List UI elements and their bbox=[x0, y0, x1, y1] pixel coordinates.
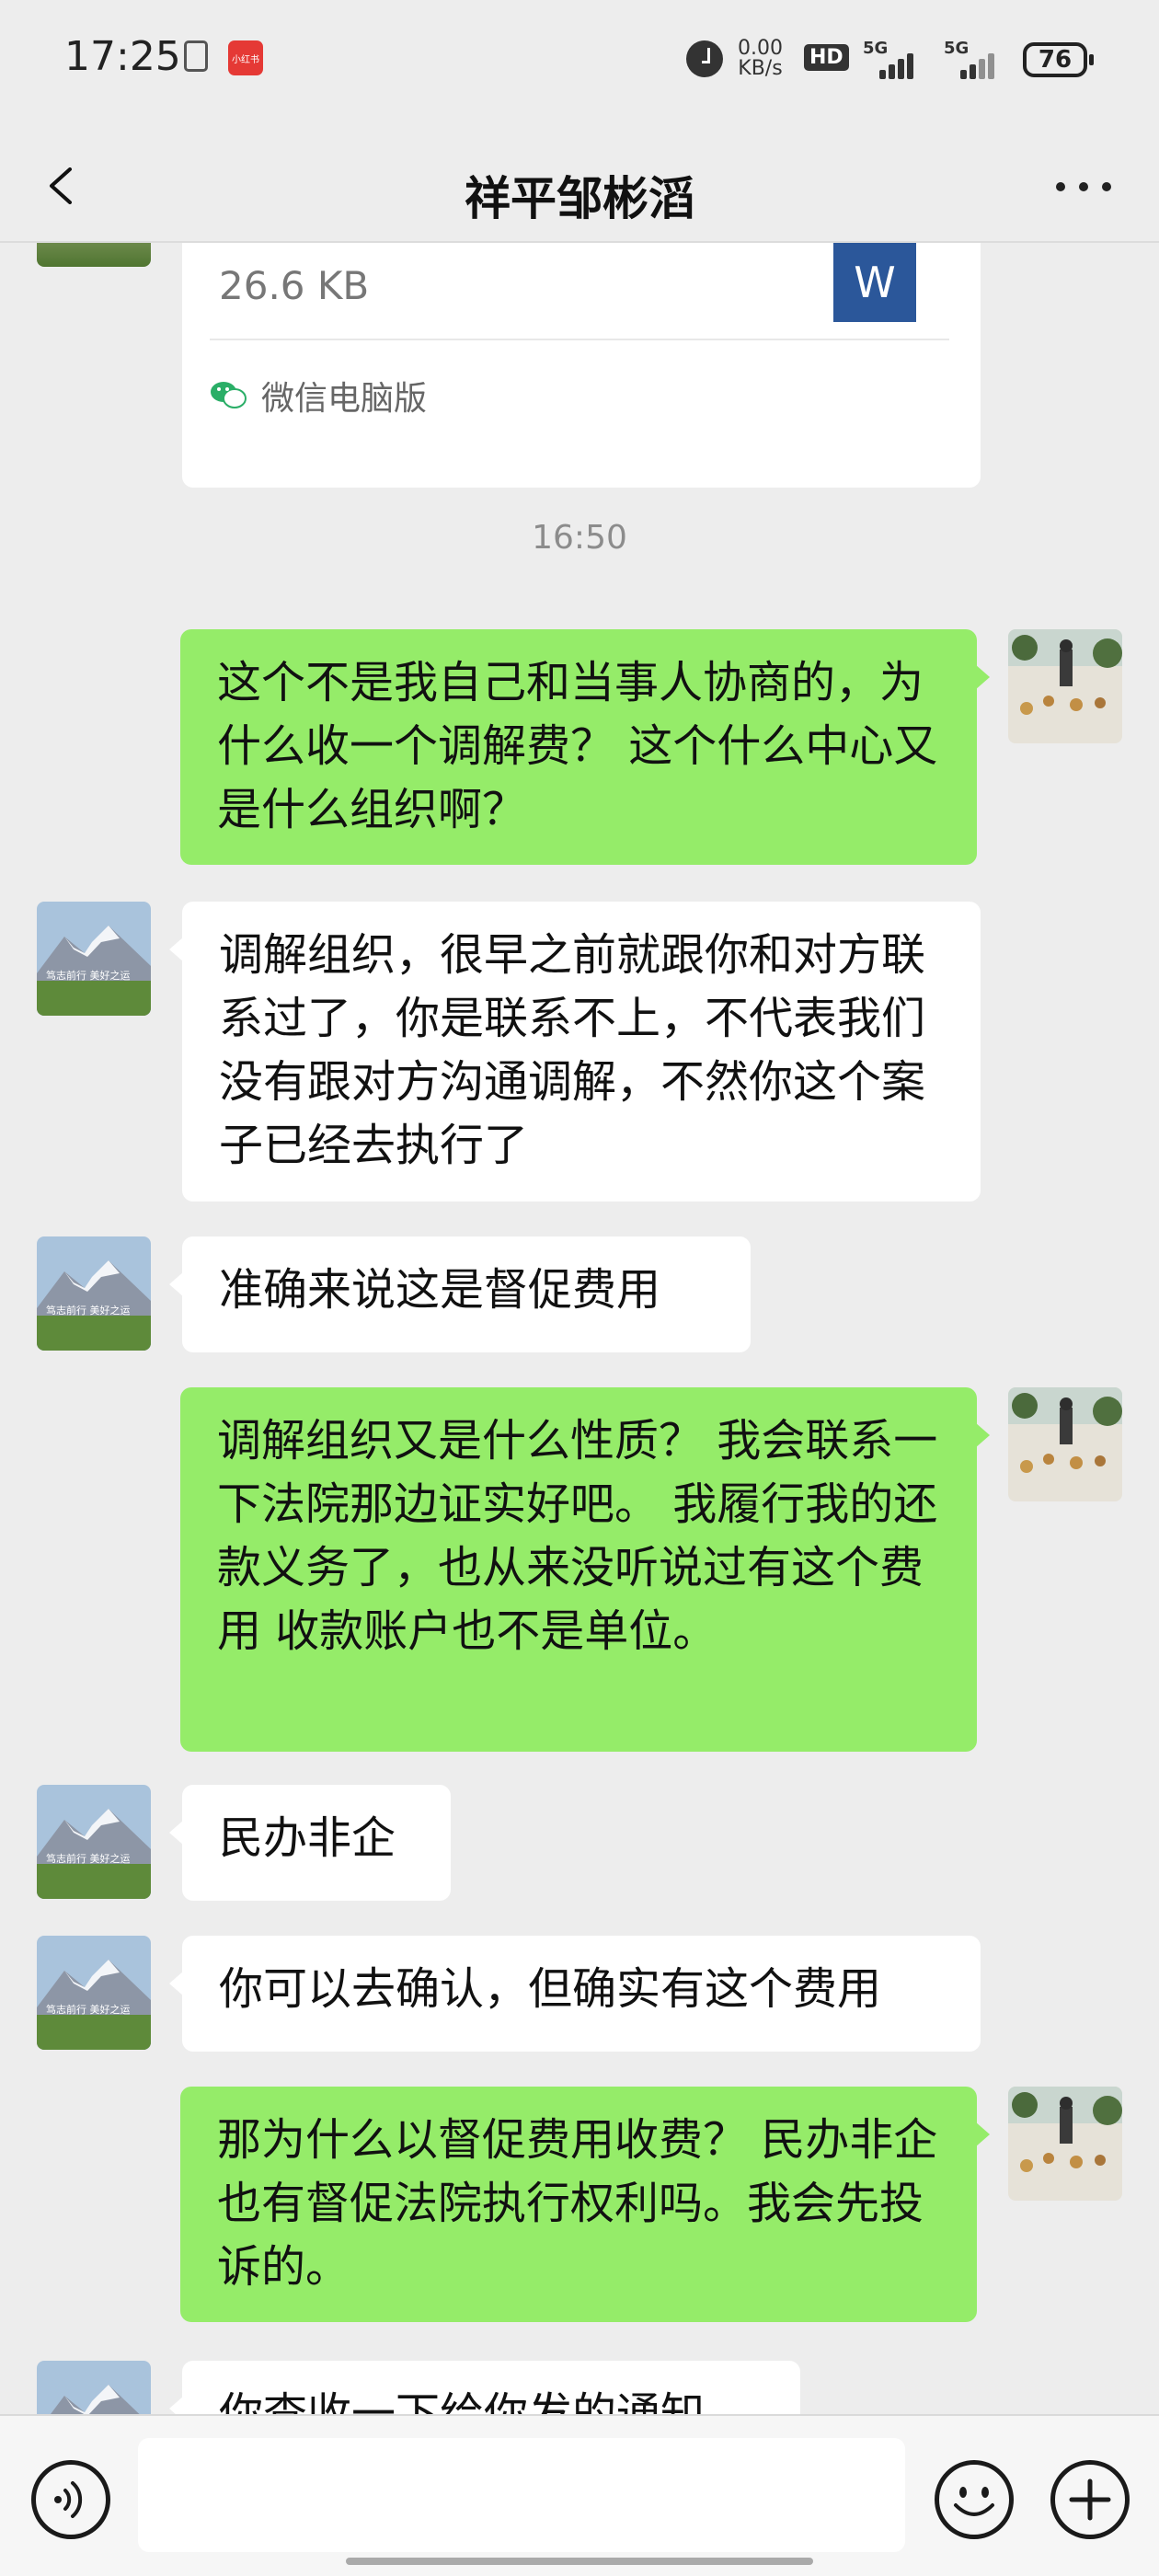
contact-avatar[interactable] bbox=[37, 243, 151, 267]
incoming-message[interactable]: 民办非企 bbox=[169, 1785, 451, 1901]
contact-avatar[interactable]: 笃志前行 美好之运 bbox=[37, 1236, 151, 1351]
document-icon bbox=[184, 40, 208, 72]
message-timestamp: 16:50 bbox=[532, 519, 627, 557]
contact-avatar[interactable] bbox=[37, 2361, 151, 2414]
my-avatar[interactable] bbox=[1008, 1387, 1122, 1501]
contact-avatar[interactable]: 笃志前行 美好之运 bbox=[37, 1936, 151, 2050]
home-indicator[interactable] bbox=[346, 2558, 813, 2565]
network-speed-value: 0.00 bbox=[738, 37, 783, 60]
incoming-message[interactable]: 你查收一下给你发的通知 bbox=[169, 2361, 800, 2414]
plus-icon bbox=[1069, 2478, 1111, 2521]
contact-avatar[interactable]: 笃志前行 美好之运 bbox=[37, 902, 151, 1016]
chat-title: 祥平邹彬滔 bbox=[465, 172, 694, 225]
more-functions-button[interactable] bbox=[1050, 2460, 1130, 2539]
status-bar: 17:25 小红书 0.00 KB/s HD 5G 5G 76 bbox=[0, 0, 1159, 129]
outgoing-message[interactable]: 调解组织又是什么性质？ 我会联系一下法院那边证实好吧。 我履行我的还款义务了，也… bbox=[180, 1387, 990, 1752]
contact-avatar[interactable]: 笃志前行 美好之运 bbox=[37, 1785, 151, 1899]
xiaohongshu-app-icon: 小红书 bbox=[228, 40, 263, 75]
battery-indicator: 76 bbox=[1023, 42, 1094, 77]
avatar-caption: 笃志前行 美好之运 bbox=[46, 969, 131, 982]
word-file-icon: W bbox=[833, 243, 916, 322]
file-size: 26.6 KB bbox=[219, 263, 370, 308]
voice-input-button[interactable] bbox=[31, 2460, 110, 2539]
emoji-button[interactable] bbox=[935, 2460, 1014, 2539]
message-list[interactable]: 26.6 KB W 微信电脑版 16:50 这个不是我自己和当事人协商的，为什么… bbox=[0, 243, 1159, 2414]
voice-wave-icon bbox=[54, 2481, 83, 2518]
card-divider bbox=[210, 339, 949, 340]
incoming-message[interactable]: 你可以去确认，但确实有这个费用 bbox=[169, 1936, 981, 2052]
file-source-label: 微信电脑版 bbox=[261, 380, 428, 418]
incoming-message[interactable]: 调解组织，很早之前就跟你和对方联系过了，你是联系不上，不代表我们没有跟对方沟通调… bbox=[169, 902, 981, 1202]
outgoing-message[interactable]: 那为什么以督促费用收费？ 民办非企 也有督促法院执行权利吗。我会先投诉的。 bbox=[180, 2087, 990, 2322]
outgoing-message[interactable]: 这个不是我自己和当事人协商的，为什么收一个调解费？ 这个什么中心又是什么组织啊？ bbox=[180, 629, 990, 865]
my-avatar[interactable] bbox=[1008, 629, 1122, 743]
avatar-caption: 笃志前行 美好之运 bbox=[46, 1304, 131, 1317]
wechat-icon bbox=[211, 382, 247, 408]
chat-header: 祥平邹彬滔 bbox=[0, 129, 1159, 243]
file-message-card[interactable]: 26.6 KB W 微信电脑版 bbox=[182, 243, 981, 488]
alarm-clock-icon bbox=[686, 40, 723, 77]
more-options-icon[interactable] bbox=[1056, 182, 1111, 191]
network-speed: 0.00 KB/s bbox=[738, 39, 783, 79]
message-text-input[interactable] bbox=[138, 2438, 905, 2552]
status-time: 17:25 bbox=[64, 33, 181, 80]
avatar-caption: 笃志前行 美好之运 bbox=[46, 1852, 131, 1865]
avatar-caption: 笃志前行 美好之运 bbox=[46, 2003, 131, 2016]
message-input-bar bbox=[0, 2414, 1159, 2576]
signal-icon-2: 5G bbox=[944, 39, 995, 79]
smiley-face-icon bbox=[954, 2487, 994, 2516]
incoming-message[interactable]: 准确来说这是督促费用 bbox=[169, 1236, 751, 1352]
hd-voice-icon: HD bbox=[804, 44, 849, 71]
network-speed-unit: KB/s bbox=[738, 57, 783, 80]
signal-icon-1: 5G bbox=[863, 39, 914, 79]
my-avatar[interactable] bbox=[1008, 2087, 1122, 2201]
